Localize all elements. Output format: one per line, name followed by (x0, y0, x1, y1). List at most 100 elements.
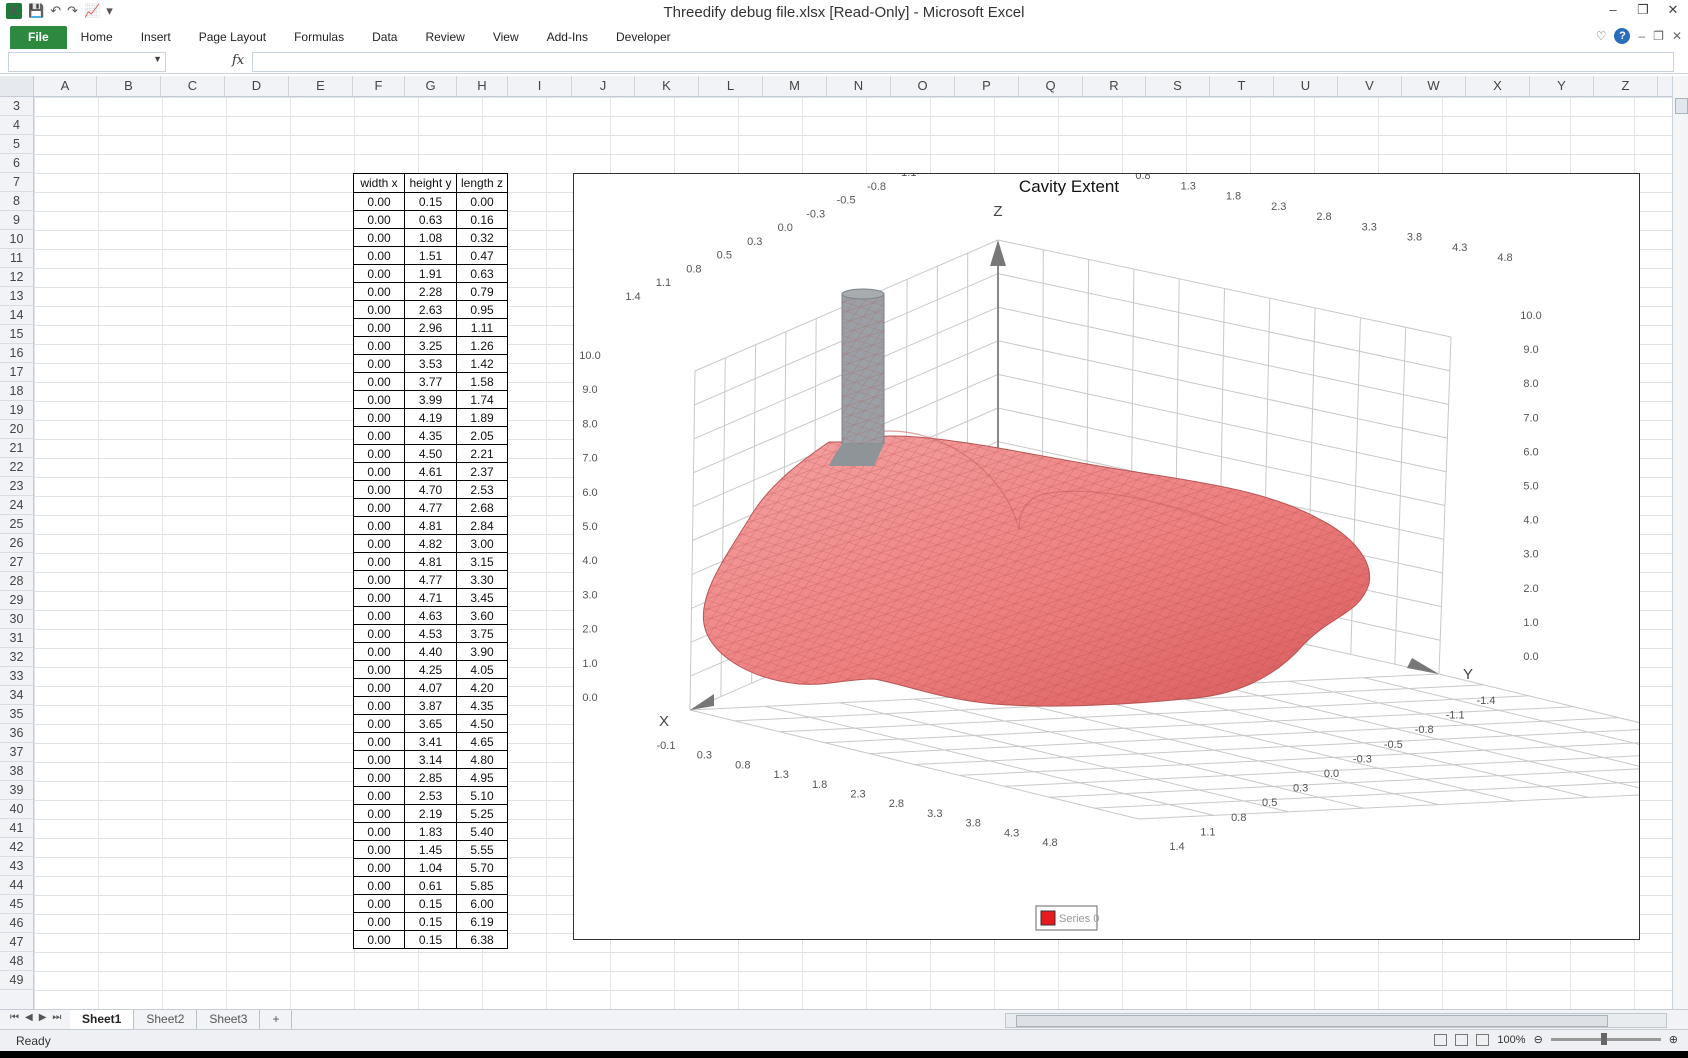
table-cell[interactable]: 3.15 (456, 552, 508, 571)
table-cell[interactable]: 3.75 (456, 624, 508, 643)
table-cell[interactable]: 2.68 (456, 498, 508, 517)
table-cell[interactable]: 1.74 (456, 390, 508, 409)
table-cell[interactable]: 4.07 (404, 678, 457, 697)
table-cell[interactable]: 6.19 (456, 912, 508, 931)
row-header-45[interactable]: 45 (0, 895, 33, 914)
table-cell[interactable]: 3.00 (456, 534, 508, 553)
column-header-s[interactable]: S (1146, 76, 1210, 96)
tab-developer[interactable]: Developer (602, 26, 685, 49)
row-header-9[interactable]: 9 (0, 211, 33, 230)
table-cell[interactable]: 3.77 (404, 372, 457, 391)
tab-data[interactable]: Data (358, 26, 411, 49)
column-header-a[interactable]: A (34, 76, 97, 96)
table-cell[interactable]: 0.00 (353, 858, 405, 877)
tab-view[interactable]: View (479, 26, 533, 49)
tab-insert[interactable]: Insert (127, 26, 185, 49)
insert-function-icon[interactable]: fx (232, 53, 244, 68)
table-cell[interactable]: 4.80 (456, 750, 508, 769)
table-cell[interactable]: 3.90 (456, 642, 508, 661)
table-cell[interactable]: 0.00 (353, 768, 405, 787)
table-cell[interactable]: 1.89 (456, 408, 508, 427)
table-cell[interactable]: 0.00 (353, 642, 405, 661)
column-header-j[interactable]: J (572, 76, 635, 96)
row-header-15[interactable]: 15 (0, 325, 33, 344)
table-cell[interactable]: 4.63 (404, 606, 457, 625)
help-icon[interactable]: ? (1614, 28, 1631, 44)
table-cell[interactable]: 1.51 (404, 246, 457, 265)
zoom-slider[interactable] (1550, 1033, 1661, 1045)
table-cell[interactable]: 5.10 (456, 786, 508, 805)
row-header-19[interactable]: 19 (0, 401, 33, 420)
table-cell[interactable]: 0.00 (353, 408, 405, 427)
row-header-49[interactable]: 49 (0, 971, 33, 990)
sheet-tab-sheet1[interactable]: Sheet1 (70, 1010, 135, 1029)
table-cell[interactable]: 0.00 (353, 588, 405, 607)
tab-add-ins[interactable]: Add-Ins (533, 26, 602, 49)
tab-page-layout[interactable]: Page Layout (185, 26, 280, 49)
table-cell[interactable]: 3.30 (456, 570, 508, 589)
insert-sheet-icon[interactable]: + (260, 1010, 293, 1029)
table-cell[interactable]: 0.00 (353, 804, 405, 823)
table-cell[interactable]: 4.53 (404, 624, 457, 643)
row-header-34[interactable]: 34 (0, 686, 33, 705)
table-cell[interactable]: 0.00 (353, 786, 405, 805)
table-cell[interactable]: 2.96 (404, 318, 457, 337)
row-header-10[interactable]: 10 (0, 230, 33, 249)
column-header-k[interactable]: K (635, 76, 699, 96)
table-cell[interactable]: 0.00 (353, 840, 405, 859)
table-cell[interactable]: 0.15 (404, 192, 457, 211)
table-cell[interactable]: 1.42 (456, 354, 508, 373)
table-cell[interactable]: 0.00 (353, 696, 405, 715)
row-header-48[interactable]: 48 (0, 952, 33, 971)
table-cell[interactable]: 5.55 (456, 840, 508, 859)
column-header-p[interactable]: P (955, 76, 1019, 96)
table-cell[interactable]: 4.35 (456, 696, 508, 715)
table-cell[interactable]: 0.79 (456, 282, 508, 301)
table-cell[interactable]: 0.00 (353, 750, 405, 769)
table-cell[interactable]: 4.50 (456, 714, 508, 733)
row-header-43[interactable]: 43 (0, 857, 33, 876)
table-cell[interactable]: 1.83 (404, 822, 457, 841)
table-cell[interactable]: 0.00 (353, 246, 405, 265)
header-height-y[interactable]: height y (404, 173, 457, 193)
table-cell[interactable]: 5.40 (456, 822, 508, 841)
table-cell[interactable]: 0.00 (353, 264, 405, 283)
row-header-37[interactable]: 37 (0, 743, 33, 762)
table-cell[interactable]: 3.41 (404, 732, 457, 751)
table-cell[interactable]: 0.15 (404, 912, 457, 931)
workbook-restore-icon[interactable]: ❐ (1653, 29, 1664, 43)
row-header-25[interactable]: 25 (0, 515, 33, 534)
table-cell[interactable]: 1.91 (404, 264, 457, 283)
table-cell[interactable]: 4.19 (404, 408, 457, 427)
table-cell[interactable]: 0.00 (353, 732, 405, 751)
table-cell[interactable]: 4.71 (404, 588, 457, 607)
row-header-29[interactable]: 29 (0, 591, 33, 610)
column-header-r[interactable]: R (1083, 76, 1146, 96)
row-header-41[interactable]: 41 (0, 819, 33, 838)
table-cell[interactable]: 0.95 (456, 300, 508, 319)
table-cell[interactable]: 3.25 (404, 336, 457, 355)
sheet-tab-sheet3[interactable]: Sheet3 (197, 1010, 261, 1029)
table-cell[interactable]: 0.00 (353, 678, 405, 697)
last-sheet-icon[interactable]: ⏭ (52, 1012, 61, 1023)
column-header-c[interactable]: C (161, 76, 225, 96)
column-header-x[interactable]: X (1466, 76, 1530, 96)
table-cell[interactable]: 2.53 (456, 480, 508, 499)
table-cell[interactable]: 0.00 (353, 552, 405, 571)
column-header-o[interactable]: O (891, 76, 955, 96)
table-cell[interactable]: 0.63 (456, 264, 508, 283)
table-cell[interactable]: 0.00 (353, 624, 405, 643)
name-box-dropdown-icon[interactable]: ▼ (153, 54, 162, 64)
row-header-39[interactable]: 39 (0, 781, 33, 800)
zoom-slider-knob[interactable] (1600, 1033, 1607, 1045)
table-cell[interactable]: 0.00 (353, 444, 405, 463)
first-sheet-icon[interactable]: ⏮ (10, 1012, 19, 1023)
column-header-m[interactable]: M (763, 76, 827, 96)
formula-input[interactable] (252, 52, 1674, 72)
row-header-21[interactable]: 21 (0, 439, 33, 458)
row-header-36[interactable]: 36 (0, 724, 33, 743)
table-cell[interactable]: 1.11 (456, 318, 508, 337)
table-cell[interactable]: 0.16 (456, 210, 508, 229)
table-cell[interactable]: 3.60 (456, 606, 508, 625)
row-header-22[interactable]: 22 (0, 458, 33, 477)
